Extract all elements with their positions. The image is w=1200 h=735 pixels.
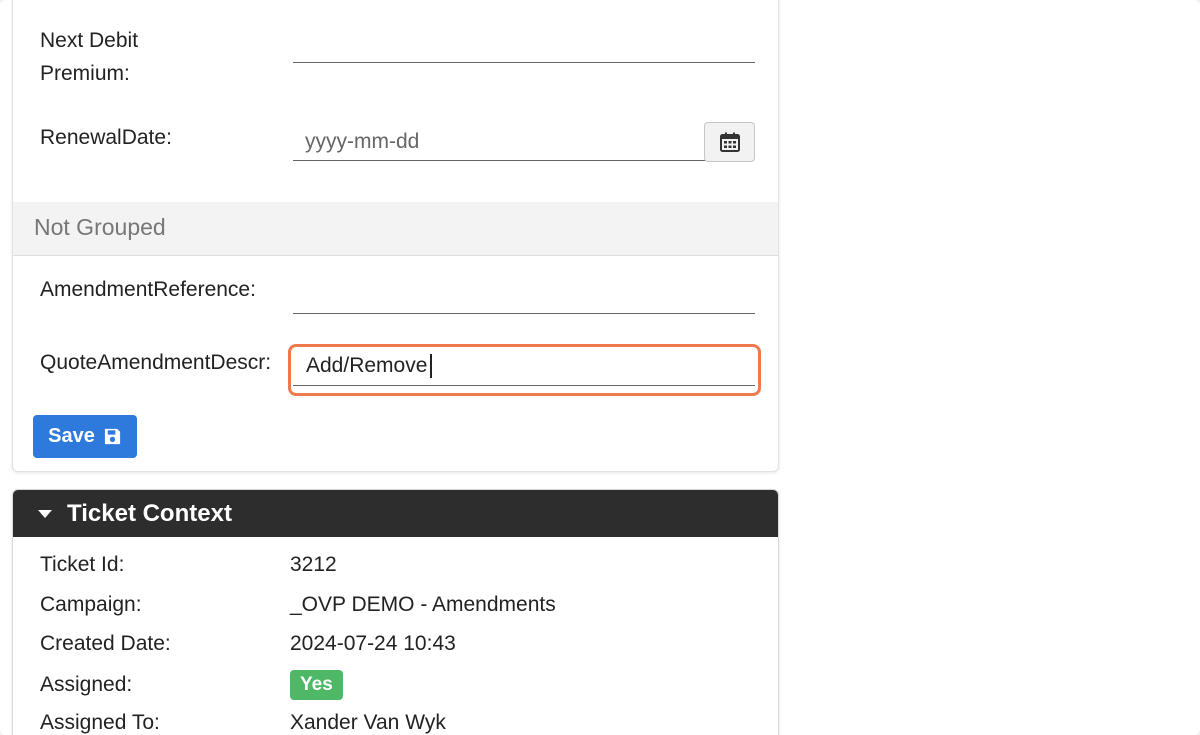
renewal-date-label: RenewalDate: [40, 126, 172, 149]
quote-amendment-description-input[interactable]: Add/Remove [306, 354, 433, 378]
ticket-context-header[interactable]: Ticket Context [13, 490, 778, 537]
ticket-id-value: 3212 [290, 553, 337, 576]
ticket-id-label: Ticket Id: [40, 553, 125, 576]
assigned-to-label: Assigned To: [40, 711, 160, 734]
ticket-context-panel: Ticket Context Ticket Id: 3212 Campaign:… [12, 489, 779, 735]
assigned-status-badge: Yes [290, 670, 343, 700]
quote-input-underline [293, 385, 755, 386]
section-title: Not Grouped [34, 214, 166, 240]
policy-form-card: Next Debit Premium: RenewalDate: Not Gro… [12, 0, 779, 472]
created-date-value: 2024-07-24 10:43 [290, 632, 456, 655]
amendment-reference-label: AmendmentReference: [40, 278, 256, 301]
section-header: Not Grouped [13, 202, 778, 256]
caret-down-icon [38, 509, 52, 518]
page-background: Next Debit Premium: RenewalDate: Not Gro… [0, 0, 1200, 735]
campaign-label: Campaign: [40, 593, 142, 616]
next-debit-premium-input[interactable] [293, 29, 755, 63]
calendar-button[interactable] [704, 122, 755, 162]
calendar-icon [719, 132, 740, 152]
save-button-label: Save [48, 425, 95, 447]
assigned-label: Assigned: [40, 673, 133, 696]
renewal-date-input[interactable] [293, 124, 705, 161]
next-debit-label: Next Debit Premium: [40, 29, 139, 85]
floppy-disk-icon [104, 428, 120, 445]
quote-amendment-description-label: QuoteAmendmentDescr: [40, 351, 272, 374]
created-date-label: Created Date: [40, 632, 171, 655]
ticket-context-title: Ticket Context [67, 499, 232, 527]
campaign-value: _OVP DEMO - Amendments [290, 593, 556, 616]
amendment-reference-input[interactable] [293, 279, 755, 314]
quote-amendment-description-value: Add/Remove [306, 354, 428, 377]
assigned-to-value: Xander Van Wyk [290, 711, 446, 734]
text-cursor [430, 354, 433, 378]
save-button[interactable]: Save [33, 415, 137, 458]
